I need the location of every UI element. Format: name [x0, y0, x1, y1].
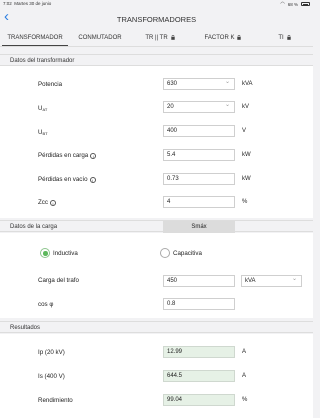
- potencia-select[interactable]: 630: [163, 77, 235, 90]
- perdidas-vacio-label: Pérdidas en vacío i: [38, 176, 96, 183]
- rendimiento-unit: %: [242, 397, 248, 403]
- carga-trafo-input[interactable]: 450: [163, 275, 235, 287]
- radio-capacitiva-label: Capacitiva: [173, 249, 202, 257]
- tab-ti[interactable]: TI: [256, 30, 313, 46]
- is-unit: A: [242, 373, 247, 379]
- perdidas-carga-unit: kW: [242, 152, 251, 158]
- rendimiento-result: 99.04: [163, 394, 235, 406]
- section-resultados: Resultados: [0, 321, 313, 333]
- lock-icon: [286, 35, 291, 40]
- panel-resultados: Ip (20 kV) 12.99 A Is (400 V) 644.5 A Re…: [0, 334, 313, 418]
- tab-bar: TRANSFORMADOR CONMUTADOR TR || TR FACTOR…: [0, 30, 313, 47]
- status-time: 7:02 Martes 30 de junio: [3, 1, 52, 6]
- zcc-input[interactable]: 4: [163, 196, 235, 208]
- radio-inductiva-label: Inductiva: [53, 249, 78, 257]
- panel-datos-transformador: Potencia 630 kVA UAT 20 kV UBT 400 V Pér…: [0, 66, 313, 218]
- info-icon[interactable]: i: [90, 152, 97, 159]
- radio-selected-icon: [40, 248, 50, 258]
- perdidas-vacio-input[interactable]: 0.73: [163, 173, 235, 185]
- uat-select[interactable]: 20: [163, 100, 235, 113]
- radio-inductiva[interactable]: Inductiva: [40, 248, 78, 258]
- cosphi-input[interactable]: 0.8: [163, 298, 235, 310]
- nav-bar: ‹ TRANSFORMADORES: [0, 8, 313, 30]
- potencia-unit: kVA: [242, 81, 253, 87]
- rendimiento-label: Rendimiento: [38, 397, 73, 404]
- ubt-input[interactable]: 400: [163, 125, 235, 137]
- uat-unit: kV: [242, 104, 250, 110]
- info-icon[interactable]: i: [89, 176, 96, 183]
- ip-unit: A: [242, 349, 247, 355]
- uat-label: U AT: [38, 104, 48, 113]
- wifi-icon: ◠: [280, 1, 285, 7]
- cosphi-label: cos φ: [38, 301, 54, 308]
- tab-tr-tr[interactable]: TR || TR: [130, 30, 190, 46]
- ip-result: 12.99: [163, 346, 235, 358]
- lock-icon: [237, 35, 242, 40]
- section-datos-carga: Datos de la carga Smáx: [0, 220, 313, 233]
- perdidas-carga-label: Pérdidas en carga i: [38, 152, 97, 159]
- zcc-unit: %: [242, 199, 248, 205]
- carga-trafo-unit-select[interactable]: kVA: [241, 274, 302, 287]
- radio-unselected-icon: [160, 248, 170, 258]
- tab-conmutador[interactable]: CONMUTADOR: [70, 30, 130, 46]
- battery-icon: [301, 2, 310, 6]
- ubt-label: U BT: [38, 128, 48, 137]
- perdidas-carga-input[interactable]: 5.4: [163, 149, 235, 161]
- ubt-unit: V: [242, 128, 247, 134]
- radio-capacitiva[interactable]: Capacitiva: [160, 248, 202, 258]
- status-bar: 7:02 Martes 30 de junio ◠ 68 %: [0, 0, 313, 8]
- tab-factor-k[interactable]: FACTOR K: [190, 30, 256, 46]
- battery-percent: 68 %: [287, 1, 298, 7]
- smax-button[interactable]: Smáx: [163, 221, 235, 233]
- is-label: Is (400 V): [38, 373, 65, 380]
- lock-icon: [170, 35, 175, 40]
- tab-transformador[interactable]: TRANSFORMADOR: [0, 30, 70, 46]
- status-right: ◠ 68 %: [280, 1, 310, 7]
- ip-label: Ip (20 kV): [38, 349, 65, 356]
- potencia-label: Potencia: [38, 81, 63, 88]
- carga-trafo-label: Carga del trafo: [38, 277, 79, 284]
- panel-datos-carga: Inductiva Capacitiva Carga del trafo 450…: [0, 233, 313, 318]
- page-title: TRANSFORMADORES: [116, 15, 197, 24]
- is-result: 644.5: [163, 370, 235, 382]
- zcc-label: Zcc i: [38, 199, 56, 206]
- perdidas-vacio-unit: kW: [242, 176, 251, 182]
- section-datos-transformador: Datos del transformador: [0, 54, 313, 66]
- info-icon[interactable]: i: [49, 199, 56, 206]
